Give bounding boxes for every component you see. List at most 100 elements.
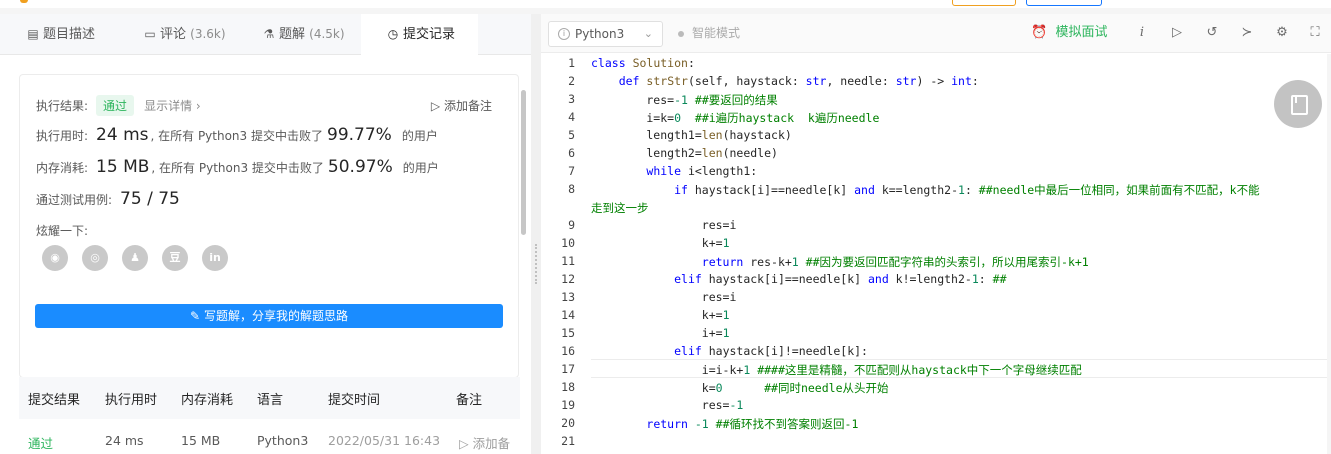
- left-panel: ▤ 题目描述 ▭ 评论 (3.6k) ⚗ 题解 (4.5k) ◷ 提交记录 执行结果: 通…: [0, 14, 531, 454]
- line-number: 1: [568, 56, 575, 70]
- toggle-dot: [678, 30, 684, 37]
- col-note: 备注: [456, 393, 483, 408]
- line-number: 7: [568, 164, 575, 178]
- tab-solutions[interactable]: ⚗ 题解 (4.5k): [262, 14, 345, 54]
- document-icon: ▤: [27, 27, 39, 41]
- line-number: 18: [561, 380, 575, 394]
- top-strip: [0, 0, 1331, 8]
- memory-row: 内存消耗: 15 MB, 在所有 Python3 提交中击败了 50.97% 的用户: [36, 157, 439, 177]
- top-button-orange[interactable]: [952, 0, 1016, 6]
- info-icon: i: [558, 28, 570, 40]
- row-add-note[interactable]: ▷ 添加备: [459, 433, 510, 452]
- douban-icon[interactable]: 豆: [162, 245, 188, 271]
- code-line: return res-k+1 ##因为要返回匹配字符串的头索引，所以用尾索引-k…: [701, 255, 1089, 269]
- chevron-down-icon: ⌄: [643, 27, 653, 40]
- code-line: res=i: [591, 290, 737, 304]
- add-note-button[interactable]: ▷ 添加备注: [431, 97, 492, 114]
- qq-icon[interactable]: ♟: [122, 245, 148, 271]
- share-label: 炫耀一下:: [36, 224, 89, 238]
- line-number: 11: [561, 254, 575, 268]
- col-language: 语言: [257, 393, 284, 408]
- code-line: length1=len(haystack): [591, 128, 792, 142]
- col-memory: 内存消耗: [181, 393, 234, 408]
- status-row: 执行结果: 通过 显示详情 ›: [36, 95, 201, 116]
- editor-panel: i Python3 ⌄ 智能模式 ⏰ 模拟面试 i ▷ ↺ ≻ ⚙ ⛶ 1 2 …: [541, 14, 1331, 454]
- col-result: 提交结果: [28, 393, 81, 408]
- line-number: 15: [561, 326, 575, 340]
- line-number: 21: [561, 434, 575, 448]
- code-line: res=i: [591, 218, 737, 232]
- notebook-icon: [1291, 95, 1308, 115]
- line-number: 19: [561, 398, 575, 412]
- top-button-blue[interactable]: [1026, 0, 1102, 6]
- line-number: 5: [568, 128, 575, 142]
- row-result-link[interactable]: 通过: [28, 433, 53, 452]
- flask-icon: ⚗: [263, 27, 275, 41]
- code-line: elif haystack[i]!=needle[k]:: [674, 344, 868, 358]
- tests-row: 通过测试用例: 75 / 75: [36, 189, 180, 209]
- code-line: res=-1 ##要返回的结果: [591, 93, 778, 107]
- code-line: res=-1: [591, 398, 744, 412]
- tab-description[interactable]: ▤ 题目描述: [26, 14, 95, 54]
- write-solution-button[interactable]: ✎ 写题解，分享我的解题思路: [35, 304, 503, 328]
- line-number: 2: [568, 74, 575, 88]
- col-runtime: 执行用时: [105, 393, 158, 408]
- panel-resizer[interactable]: [531, 14, 541, 454]
- line-number: 8: [568, 182, 575, 196]
- comment-icon: ▭: [144, 27, 156, 41]
- alarm-icon: ⏰: [1031, 25, 1048, 40]
- tab-submissions[interactable]: ◷ 提交记录: [361, 14, 478, 55]
- col-time: 提交时间: [328, 393, 381, 408]
- info-italic-icon[interactable]: i: [1132, 14, 1152, 52]
- editor-scrollbar[interactable]: [1327, 54, 1331, 454]
- notebook-button[interactable]: [1274, 80, 1322, 128]
- code-line: i+=1: [591, 326, 730, 340]
- code-line: while i<length1:: [646, 164, 758, 178]
- smart-mode-toggle[interactable]: 智能模式: [678, 14, 740, 52]
- code-line: class Solution:: [591, 56, 695, 70]
- line-number: 3: [568, 92, 575, 106]
- show-details-link[interactable]: 显示详情 ›: [144, 99, 201, 113]
- fullscreen-icon[interactable]: ⛶: [1305, 14, 1325, 52]
- share-buttons: ◉ ◎ ♟ 豆 in: [42, 245, 242, 271]
- linkedin-icon[interactable]: in: [202, 245, 228, 271]
- code-editor[interactable]: 1 2 3 4 5 6 7 8 9 10 11 12 13 14 15 16 1…: [541, 54, 1331, 454]
- line-number: 14: [561, 308, 575, 322]
- line-number: 17: [561, 362, 575, 376]
- code-line: k+=1: [591, 308, 730, 322]
- flag-icon: ▷: [459, 436, 469, 451]
- code-line-wrap: 走到这一步: [591, 201, 649, 215]
- console-icon[interactable]: ≻: [1237, 14, 1257, 52]
- status-badge: 通过: [96, 95, 135, 116]
- runtime-row: 执行用时: 24 ms, 在所有 Python3 提交中击败了 99.77% 的用户: [36, 125, 438, 145]
- run-icon[interactable]: ▷: [1167, 14, 1187, 52]
- line-number: 9: [568, 218, 575, 232]
- code-line: length2=len(needle): [591, 146, 778, 160]
- line-number: 13: [561, 290, 575, 304]
- result-card: 执行结果: 通过 显示详情 › ▷ 添加备注 执行用时: 24 ms, 在所有 Pyt…: [19, 74, 519, 378]
- tab-comments[interactable]: ▭ 评论 (3.6k): [143, 14, 225, 54]
- settings-icon[interactable]: ⚙: [1272, 14, 1292, 52]
- pencil-icon: ✎: [190, 309, 201, 323]
- editor-toolbar: i Python3 ⌄ 智能模式 ⏰ 模拟面试 i ▷ ↺ ≻ ⚙ ⛶: [541, 14, 1331, 53]
- resize-grip[interactable]: [535, 244, 539, 284]
- code-line: k+=1: [591, 236, 730, 250]
- code-line: elif haystack[i]==needle[k] and k!=lengt…: [674, 272, 1007, 286]
- code-line: i=k=0 ##i遍历haystack k遍历needle: [591, 111, 880, 125]
- weibo-icon[interactable]: ◎: [82, 245, 108, 271]
- code-line: return -1 ##循环找不到答案则返回-1: [646, 417, 859, 431]
- left-scrollbar[interactable]: [521, 90, 526, 235]
- flag-icon: ▷: [430, 99, 441, 113]
- line-number: 12: [561, 272, 575, 286]
- code-line: if haystack[i]==needle[k] and k==length2…: [674, 183, 1260, 197]
- mock-interview-button[interactable]: ⏰ 模拟面试: [1031, 14, 1107, 52]
- wechat-icon[interactable]: ◉: [42, 245, 68, 271]
- language-select[interactable]: i Python3 ⌄: [548, 21, 663, 47]
- clock-icon: ◷: [387, 27, 399, 41]
- row-memory: 15 MB: [181, 433, 221, 448]
- code-line: i=i-k+1 ####这里是精髓，不匹配则从haystack中下一个字母继续匹…: [591, 363, 1082, 377]
- reset-icon[interactable]: ↺: [1202, 14, 1222, 52]
- submission-table: 提交结果 执行用时 内存消耗 语言 提交时间 备注 通过 24 ms 15 MB…: [19, 377, 520, 454]
- row-time: 2022/05/31 16:43: [328, 433, 441, 448]
- code-line: def strStr(self, haystack: str, needle: …: [618, 74, 979, 88]
